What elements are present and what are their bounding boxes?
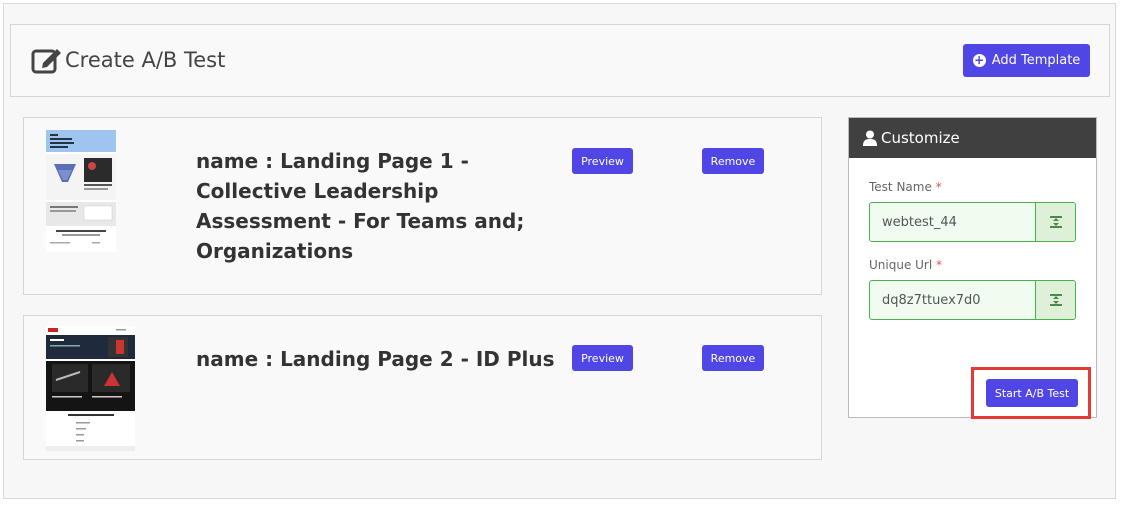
customize-title: Customize xyxy=(881,129,960,147)
unique-url-group xyxy=(869,280,1076,320)
page-title: Create A/B Test xyxy=(31,45,225,75)
plus-circle-icon: + xyxy=(972,53,986,67)
template-thumbnail xyxy=(46,130,116,252)
template-thumbnail xyxy=(46,326,135,451)
required-mark: * xyxy=(936,258,943,272)
test-name-group xyxy=(869,202,1076,242)
edit-icon xyxy=(31,49,61,74)
remove-button[interactable]: Remove xyxy=(702,148,764,174)
template-card: name : Landing Page 1 - Collective Leade… xyxy=(23,117,822,295)
page-title-text: Create A/B Test xyxy=(65,48,226,72)
page-header: Create A/B Test + Add Template xyxy=(10,24,1110,97)
test-name-label: Test Name * xyxy=(869,180,942,194)
template-card: name : Landing Page 2 - ID Plus Preview … xyxy=(23,315,822,460)
text-height-icon xyxy=(1035,281,1075,319)
start-button-highlight: Start A/B Test xyxy=(971,367,1091,419)
test-name-input[interactable] xyxy=(870,203,1035,241)
start-ab-test-button[interactable]: Start A/B Test xyxy=(986,379,1078,407)
required-mark: * xyxy=(935,180,942,194)
preview-button[interactable]: Preview xyxy=(572,345,633,371)
user-icon xyxy=(863,130,877,146)
preview-button[interactable]: Preview xyxy=(572,148,633,174)
unique-url-label: Unique Url * xyxy=(869,258,943,272)
template-name: name : Landing Page 2 - ID Plus xyxy=(196,347,555,371)
unique-url-input[interactable] xyxy=(870,281,1035,319)
template-name: name : Landing Page 1 - Collective Leade… xyxy=(196,149,525,263)
customize-panel: Customize Test Name * Unique Url * xyxy=(848,117,1097,419)
add-template-button[interactable]: + Add Template xyxy=(963,44,1090,77)
text-height-icon xyxy=(1035,203,1075,241)
customize-header: Customize xyxy=(849,118,1096,158)
remove-button[interactable]: Remove xyxy=(702,345,764,371)
